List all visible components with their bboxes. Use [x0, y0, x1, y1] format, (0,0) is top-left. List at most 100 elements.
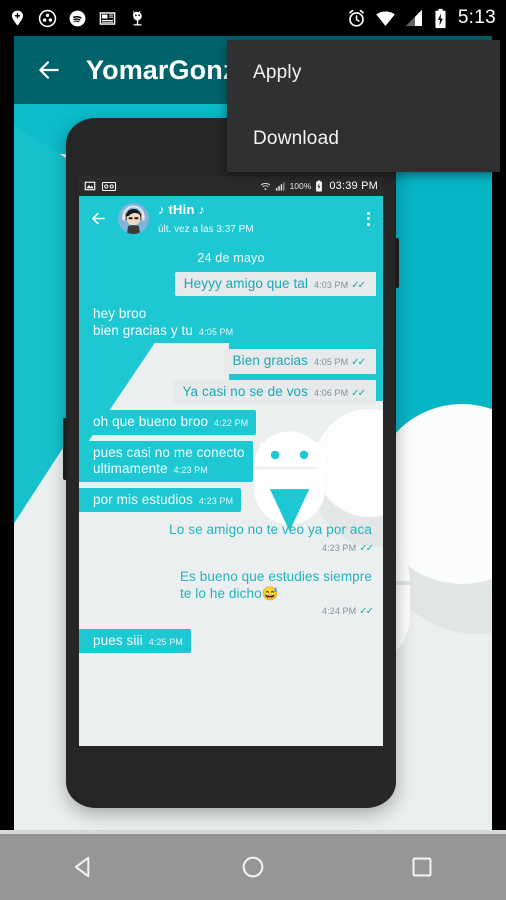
message-row[interactable]: Ya casi no se de vos 4:06 PM ✓✓ [86, 379, 376, 405]
message-meta-wrap: 4:23 PM ✓✓ [169, 539, 374, 555]
message-text: hey broo [93, 306, 147, 322]
message-meta: 4:24 PM ✓✓ [322, 606, 374, 618]
message-row[interactable]: Bien gracias 4:05 PM ✓✓ [86, 349, 376, 374]
message-row[interactable]: Heyyy amigo que tal 4:03 PM ✓✓ [86, 272, 376, 297]
message-time: 4:23 PM [198, 495, 234, 506]
message-meta: 4:05 PM ✓✓ [314, 357, 366, 369]
phone-screen: 5:13 YomarGonz 100% 03:39 PM ♪ tHin ♪ úl… [0, 0, 506, 900]
status-right-icons: 5:13 [346, 7, 496, 29]
message-time: 4:25 PM [148, 636, 183, 647]
message-meta: 4:25 PM [149, 637, 183, 648]
overflow-menu-icon[interactable] [367, 211, 370, 226]
status-left-icons [8, 9, 147, 28]
message-bubble[interactable]: pues siii 4:25 PM [79, 628, 191, 654]
battery-charging-icon [315, 180, 323, 192]
message-text: pues siii [93, 632, 143, 648]
nav-home-icon[interactable] [220, 854, 286, 880]
message-row[interactable]: pues siii 4:25 PM [79, 628, 376, 654]
day-separator: 24 de mayo [197, 251, 265, 265]
news-layout-icon [98, 9, 117, 28]
chat-contact-meta: ♪ tHin ♪ últ. vez a las 3:37 PM [158, 201, 254, 237]
read-receipt-icon: ✓✓ [351, 387, 366, 399]
back-arrow-icon[interactable] [90, 210, 107, 227]
spotify-icon [68, 9, 87, 28]
signal-icon [404, 8, 425, 29]
chat-header: ♪ tHin ♪ últ. vez a las 3:37 PM [79, 196, 383, 241]
chat-message-list[interactable]: 24 de mayo Heyyy amigo que tal 4:03 PM ✓✓ h… [79, 241, 383, 746]
page-title: YomarGonz [86, 54, 237, 85]
wifi-icon [260, 181, 271, 192]
message-meta: 4:23 PM ✓✓ [322, 542, 374, 555]
chat-contact-name: ♪ tHin ♪ [158, 201, 206, 217]
navigation-bar [0, 834, 506, 900]
read-receipt-icon: ✓✓ [359, 542, 374, 554]
wallpaper-preview-canvas: 100% 03:39 PM ♪ tHin ♪ últ. vez a las 3:… [14, 104, 492, 834]
volume-button [63, 418, 67, 480]
message-meta: 4:05 PM [199, 327, 233, 338]
message-row[interactable]: Lo se amigo no te veo ya por aca 4:23 PM ✓… [86, 518, 376, 559]
message-row[interactable]: pues casi no me conecto ultimamente 4:23 P… [79, 440, 376, 482]
message-text: Heyyy amigo que tal [183, 276, 309, 291]
message-bubble[interactable]: pues casi no me conecto ultimamente 4:23 P… [79, 440, 253, 482]
read-receipt-icon: ✓✓ [351, 280, 366, 291]
message-bubble[interactable]: Ya casi no se de vos 4:06 PM ✓✓ [173, 379, 376, 405]
message-meta: 4:03 PM ✓✓ [314, 280, 366, 292]
device-screen: 100% 03:39 PM ♪ tHin ♪ últ. vez a las 3:… [79, 176, 383, 746]
message-row[interactable]: Es bueno que estudies siempre te lo he di… [86, 565, 376, 622]
status-clock: 5:13 [457, 7, 496, 28]
read-receipt-icon: ✓✓ [351, 357, 366, 369]
message-time: 4:06 PM [314, 387, 349, 398]
battery-percent: 100% [289, 181, 312, 191]
message-time: 4:24 PM [322, 606, 357, 617]
message-bubble[interactable]: Bien gracias 4:05 PM ✓✓ [223, 349, 376, 374]
location-plus-icon [8, 9, 27, 28]
menu-item-download[interactable]: Download [227, 106, 500, 172]
message-meta: 4:22 PM [214, 418, 248, 429]
device-status-left [84, 180, 116, 192]
message-meta: 4:23 PM [174, 465, 208, 476]
menu-item-apply[interactable]: Apply [227, 40, 500, 106]
message-text: Es bueno que estudies siempre [179, 569, 372, 585]
message-time: 4:23 PM [322, 542, 357, 553]
device-clock: 03:39 PM [329, 180, 378, 192]
message-bubble[interactable]: Lo se amigo no te veo ya por aca 4:23 PM ✓… [160, 518, 376, 559]
message-bubble[interactable]: Heyyy amigo que tal 4:03 PM ✓✓ [174, 272, 376, 297]
battery-charging-icon [433, 8, 448, 29]
android-bug-icon [128, 9, 147, 28]
message-row[interactable]: por mis estudios 4:23 PM [79, 487, 376, 513]
message-text: oh que bueno broo [93, 414, 209, 430]
message-bubble[interactable]: Es bueno que estudies siempre te lo he di… [171, 565, 376, 622]
message-text: Lo se amigo no te veo ya por aca [169, 522, 372, 538]
message-time: 4:05 PM [314, 357, 349, 368]
message-text: Ya casi no se de vos [182, 383, 309, 399]
message-text: te lo he dicho😅 [179, 585, 279, 601]
device-status-right: 100% 03:39 PM [260, 180, 378, 192]
voicemail-icon [102, 181, 116, 192]
message-text: bien gracias y tu [93, 322, 194, 338]
message-meta: 4:23 PM [199, 496, 233, 507]
message-meta: 4:06 PM ✓✓ [314, 387, 366, 400]
soccer-circle-icon [38, 9, 57, 28]
message-row[interactable]: hey broo bien gracias y tu 4:05 PM [79, 302, 376, 344]
system-status-bar: 5:13 [0, 0, 506, 36]
avatar[interactable] [118, 203, 149, 234]
message-meta-wrap: 4:24 PM ✓✓ [180, 602, 374, 618]
chat-last-seen: últ. vez a las 3:37 PM [158, 223, 254, 235]
message-text: por mis estudios [93, 491, 193, 507]
message-text: ultimamente [93, 461, 168, 477]
device-mockup: 100% 03:39 PM ♪ tHin ♪ últ. vez a las 3:… [63, 118, 399, 808]
messages-container: 24 de mayo Heyyy amigo que tal 4:03 PM ✓✓ h… [79, 251, 376, 654]
message-row[interactable]: oh que bueno broo 4:22 PM [79, 410, 376, 435]
image-icon [84, 180, 96, 192]
nav-back-icon[interactable] [51, 854, 117, 880]
alarm-icon [346, 8, 367, 29]
message-time: 4:22 PM [214, 418, 249, 429]
back-arrow-icon[interactable] [36, 57, 62, 83]
signal-icon [275, 181, 286, 192]
overflow-menu-popup[interactable]: Apply Download [227, 40, 500, 172]
message-bubble[interactable]: por mis estudios 4:23 PM [79, 487, 242, 513]
device-status-bar: 100% 03:39 PM [79, 176, 383, 196]
message-bubble[interactable]: hey broo bien gracias y tu 4:05 PM [79, 302, 242, 344]
message-bubble[interactable]: oh que bueno broo 4:22 PM [79, 410, 257, 435]
nav-recents-icon[interactable] [389, 854, 455, 880]
